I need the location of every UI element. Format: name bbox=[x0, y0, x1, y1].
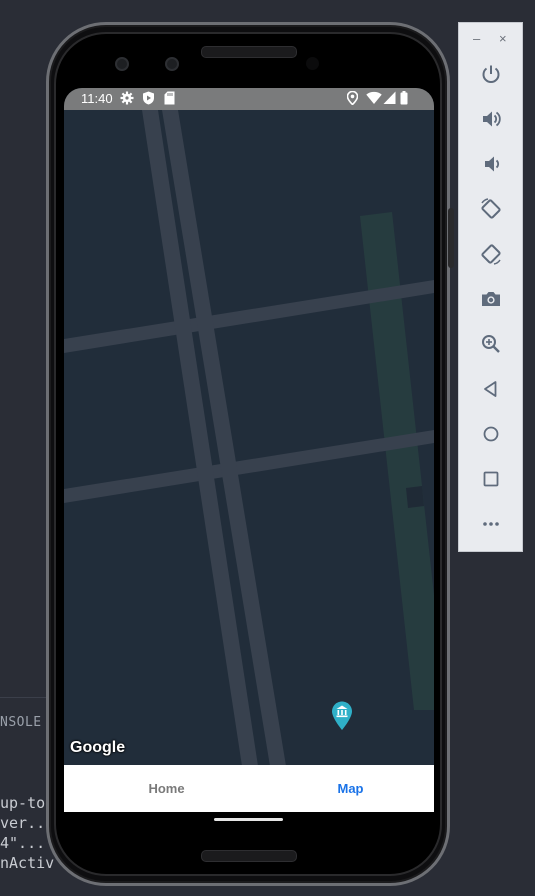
map-tiles bbox=[64, 110, 434, 766]
tab-map[interactable]: Map bbox=[258, 765, 434, 812]
console-tab-label[interactable]: NSOLE bbox=[0, 715, 42, 730]
home-gesture-handle[interactable] bbox=[214, 818, 283, 821]
back-icon[interactable] bbox=[477, 375, 505, 403]
device-screen: 11:40 Google Home Map bbox=[64, 88, 434, 812]
museum-marker-icon[interactable] bbox=[331, 701, 353, 736]
bottom-tab-bar: Home Map bbox=[64, 765, 434, 812]
minimize-icon[interactable]: – bbox=[473, 31, 480, 46]
phone-side-button bbox=[448, 208, 454, 268]
overview-icon[interactable] bbox=[477, 465, 505, 493]
console-line: 4"... bbox=[0, 834, 46, 852]
volume-down-icon[interactable] bbox=[477, 150, 505, 178]
emulator-toolbar: – × bbox=[458, 22, 523, 552]
home-icon[interactable] bbox=[477, 420, 505, 448]
google-attribution: Google bbox=[70, 739, 126, 756]
rotate-left-icon[interactable] bbox=[477, 195, 505, 223]
status-bar: 11:40 bbox=[64, 88, 434, 110]
rotate-right-icon[interactable] bbox=[477, 240, 505, 268]
volume-up-icon[interactable] bbox=[477, 105, 505, 133]
shield-icon bbox=[142, 91, 155, 108]
more-icon[interactable] bbox=[477, 510, 505, 538]
earpiece-speaker bbox=[201, 46, 297, 58]
sd-card-icon bbox=[164, 91, 175, 108]
wifi-icon bbox=[366, 91, 382, 108]
console-line: up-to bbox=[0, 794, 46, 812]
gesture-nav-bar bbox=[64, 812, 434, 826]
camera-icon bbox=[165, 57, 179, 71]
proximity-sensor bbox=[306, 57, 319, 70]
console-line: ver.. bbox=[0, 814, 46, 832]
console-line: nActiv bbox=[0, 854, 55, 872]
map-view[interactable]: Google bbox=[64, 110, 434, 766]
settings-icon bbox=[120, 91, 134, 108]
camera-icon[interactable] bbox=[477, 285, 505, 313]
status-time: 11:40 bbox=[81, 91, 113, 106]
tab-home[interactable]: Home bbox=[74, 765, 259, 812]
zoom-icon[interactable] bbox=[477, 330, 505, 358]
location-icon bbox=[346, 90, 359, 108]
camera-icon bbox=[115, 57, 129, 71]
battery-icon bbox=[400, 91, 408, 108]
close-icon[interactable]: × bbox=[499, 31, 507, 46]
power-icon[interactable] bbox=[477, 60, 505, 88]
bottom-speaker bbox=[201, 850, 297, 862]
signal-icon bbox=[383, 91, 396, 108]
